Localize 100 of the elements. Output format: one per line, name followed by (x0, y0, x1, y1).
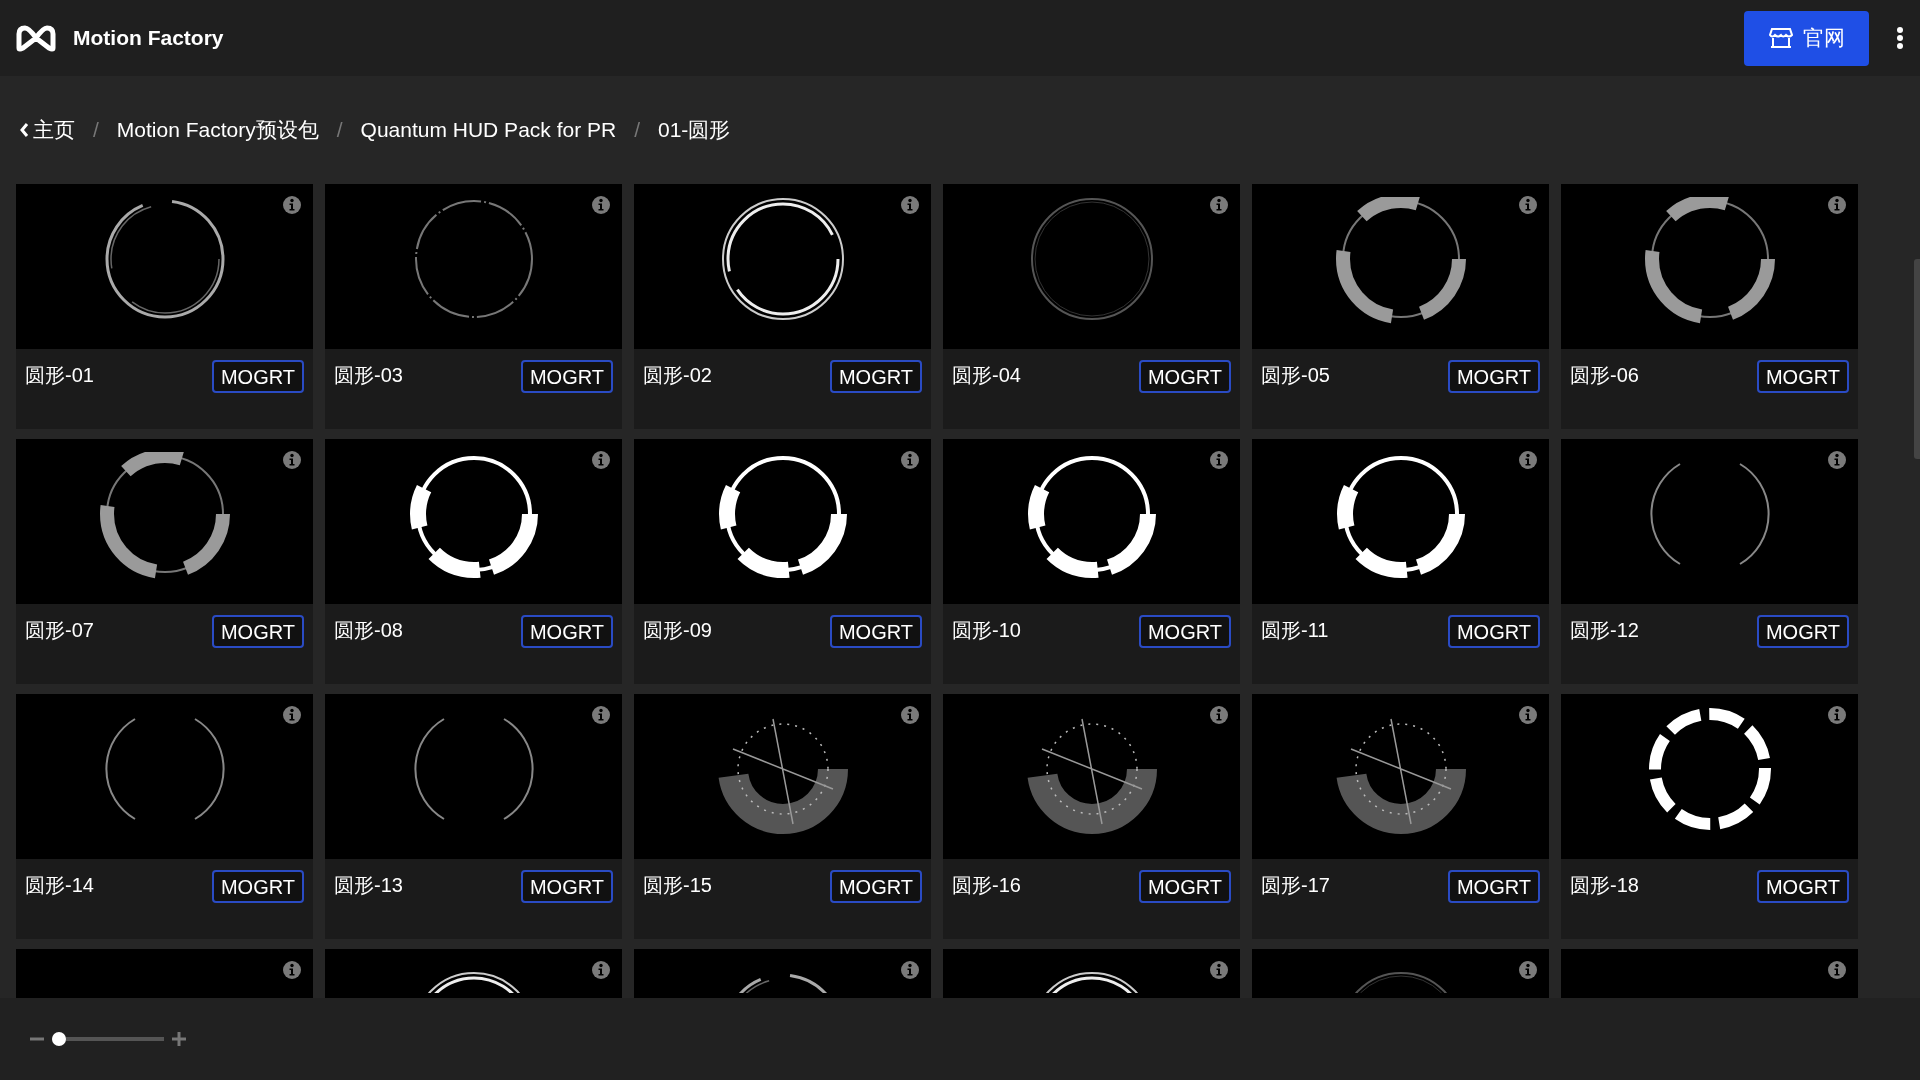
info-icon[interactable] (283, 961, 301, 979)
preset-card[interactable]: 圆形-10 MOGRT (943, 439, 1240, 684)
info-icon[interactable] (1210, 451, 1228, 469)
info-icon[interactable] (283, 196, 301, 214)
preset-name: 圆形-03 (334, 363, 403, 388)
info-icon[interactable] (1519, 961, 1537, 979)
info-icon[interactable] (901, 961, 919, 979)
preview-thumbnail[interactable] (943, 694, 1240, 859)
preset-name: 圆形-15 (643, 873, 712, 898)
info-icon[interactable] (1519, 196, 1537, 214)
preview-thumbnail[interactable] (16, 184, 313, 349)
preset-card[interactable]: 圆形-02 MOGRT (634, 184, 931, 429)
info-icon[interactable] (1828, 196, 1846, 214)
preset-card[interactable]: 圆形-15 MOGRT (634, 694, 931, 939)
preset-card[interactable]: 圆形-18 MOGRT (1561, 694, 1858, 939)
format-button[interactable]: MOGRT (1138, 360, 1231, 393)
format-button[interactable]: MOGRT (829, 615, 922, 648)
preset-name: 圆形-10 (952, 618, 1021, 643)
preset-card[interactable]: 圆形-16 MOGRT (943, 694, 1240, 939)
preset-card[interactable]: 圆形-04 MOGRT (943, 184, 1240, 429)
preset-card[interactable]: 圆形-01 MOGRT (16, 184, 313, 429)
breadcrumb-link[interactable]: Quantum HUD Pack for PR (360, 114, 617, 146)
app-title: Motion Factory (73, 25, 224, 52)
preset-name: 圆形-17 (1261, 873, 1330, 898)
preset-card[interactable]: 圆形-17 MOGRT (1252, 694, 1549, 939)
preset-card[interactable]: 圆形-03 MOGRT (325, 184, 622, 429)
preset-card[interactable]: 圆形-06 MOGRT (1561, 184, 1858, 429)
format-button[interactable]: MOGRT (211, 360, 304, 393)
website-button[interactable]: 官网 (1744, 10, 1869, 66)
format-button[interactable]: MOGRT (211, 870, 304, 903)
format-button[interactable]: MOGRT (520, 870, 613, 903)
preset-name: 圆形-11 (1261, 618, 1329, 643)
info-icon[interactable] (592, 196, 610, 214)
more-options-icon[interactable] (1896, 27, 1904, 49)
format-button[interactable]: MOGRT (1138, 615, 1231, 648)
preset-card[interactable]: 圆形-07 MOGRT (16, 439, 313, 684)
preview-thumbnail[interactable] (634, 184, 931, 349)
slider-thumb[interactable] (52, 1032, 66, 1046)
info-icon[interactable] (901, 196, 919, 214)
preview-thumbnail[interactable] (325, 439, 622, 604)
info-icon[interactable] (1210, 961, 1228, 979)
format-button[interactable]: MOGRT (520, 360, 613, 393)
zoom-slider[interactable] (52, 1032, 164, 1046)
format-button[interactable]: MOGRT (1447, 870, 1540, 903)
info-icon[interactable] (283, 706, 301, 724)
format-button[interactable]: MOGRT (1447, 360, 1540, 393)
preset-card[interactable]: 圆形-09 MOGRT (634, 439, 931, 684)
info-icon[interactable] (592, 706, 610, 724)
preview-thumbnail[interactable] (943, 184, 1240, 349)
preset-card[interactable]: 圆形-08 MOGRT (325, 439, 622, 684)
preset-name: 圆形-09 (643, 618, 712, 643)
preview-thumbnail[interactable] (16, 439, 313, 604)
info-icon[interactable] (901, 451, 919, 469)
info-icon[interactable] (1519, 706, 1537, 724)
back-link[interactable]: 主页 (20, 114, 75, 146)
preset-card[interactable]: 圆形-12 MOGRT (1561, 439, 1858, 684)
format-button[interactable]: MOGRT (829, 870, 922, 903)
preset-name: 圆形-07 (25, 618, 94, 643)
format-button[interactable]: MOGRT (520, 615, 613, 648)
preset-card[interactable]: 圆形-14 MOGRT (16, 694, 313, 939)
preview-thumbnail[interactable] (1252, 439, 1549, 604)
info-icon[interactable] (1519, 451, 1537, 469)
preview-thumbnail[interactable] (1252, 184, 1549, 349)
preview-thumbnail[interactable] (634, 439, 931, 604)
breadcrumb-link[interactable]: Motion Factory预设包 (116, 114, 319, 146)
preview-thumbnail[interactable] (1561, 439, 1858, 604)
info-icon[interactable] (1210, 706, 1228, 724)
info-icon[interactable] (1828, 961, 1846, 979)
format-button[interactable]: MOGRT (1756, 360, 1849, 393)
format-button[interactable]: MOGRT (1756, 615, 1849, 648)
preset-card[interactable]: 圆形-13 MOGRT (325, 694, 622, 939)
preset-card[interactable]: 圆形-11 MOGRT (1252, 439, 1549, 684)
info-icon[interactable] (901, 706, 919, 724)
preview-thumbnail[interactable] (325, 694, 622, 859)
format-button[interactable]: MOGRT (1756, 870, 1849, 903)
breadcrumb-current: 01-圆形 (658, 117, 731, 144)
chevron-left-icon (20, 123, 29, 137)
format-button[interactable]: MOGRT (211, 615, 304, 648)
format-button[interactable]: MOGRT (1447, 615, 1540, 648)
preview-thumbnail[interactable] (1252, 694, 1549, 859)
info-icon[interactable] (592, 451, 610, 469)
preview-thumbnail[interactable] (1561, 694, 1858, 859)
scrollbar-thumb[interactable] (1914, 259, 1920, 459)
info-icon[interactable] (283, 451, 301, 469)
info-icon[interactable] (1210, 196, 1228, 214)
breadcrumb-separator: / (92, 117, 100, 144)
format-button[interactable]: MOGRT (1138, 870, 1231, 903)
info-icon[interactable] (1828, 706, 1846, 724)
preview-thumbnail[interactable] (16, 694, 313, 859)
zoom-in-icon[interactable] (172, 1032, 186, 1046)
preview-thumbnail[interactable] (634, 694, 931, 859)
preview-thumbnail[interactable] (1561, 184, 1858, 349)
info-icon[interactable] (592, 961, 610, 979)
info-icon[interactable] (1828, 451, 1846, 469)
preset-name: 圆形-02 (643, 363, 712, 388)
preset-card[interactable]: 圆形-05 MOGRT (1252, 184, 1549, 429)
format-button[interactable]: MOGRT (829, 360, 922, 393)
preview-thumbnail[interactable] (943, 439, 1240, 604)
preset-name: 圆形-13 (334, 873, 403, 898)
preview-thumbnail[interactable] (325, 184, 622, 349)
